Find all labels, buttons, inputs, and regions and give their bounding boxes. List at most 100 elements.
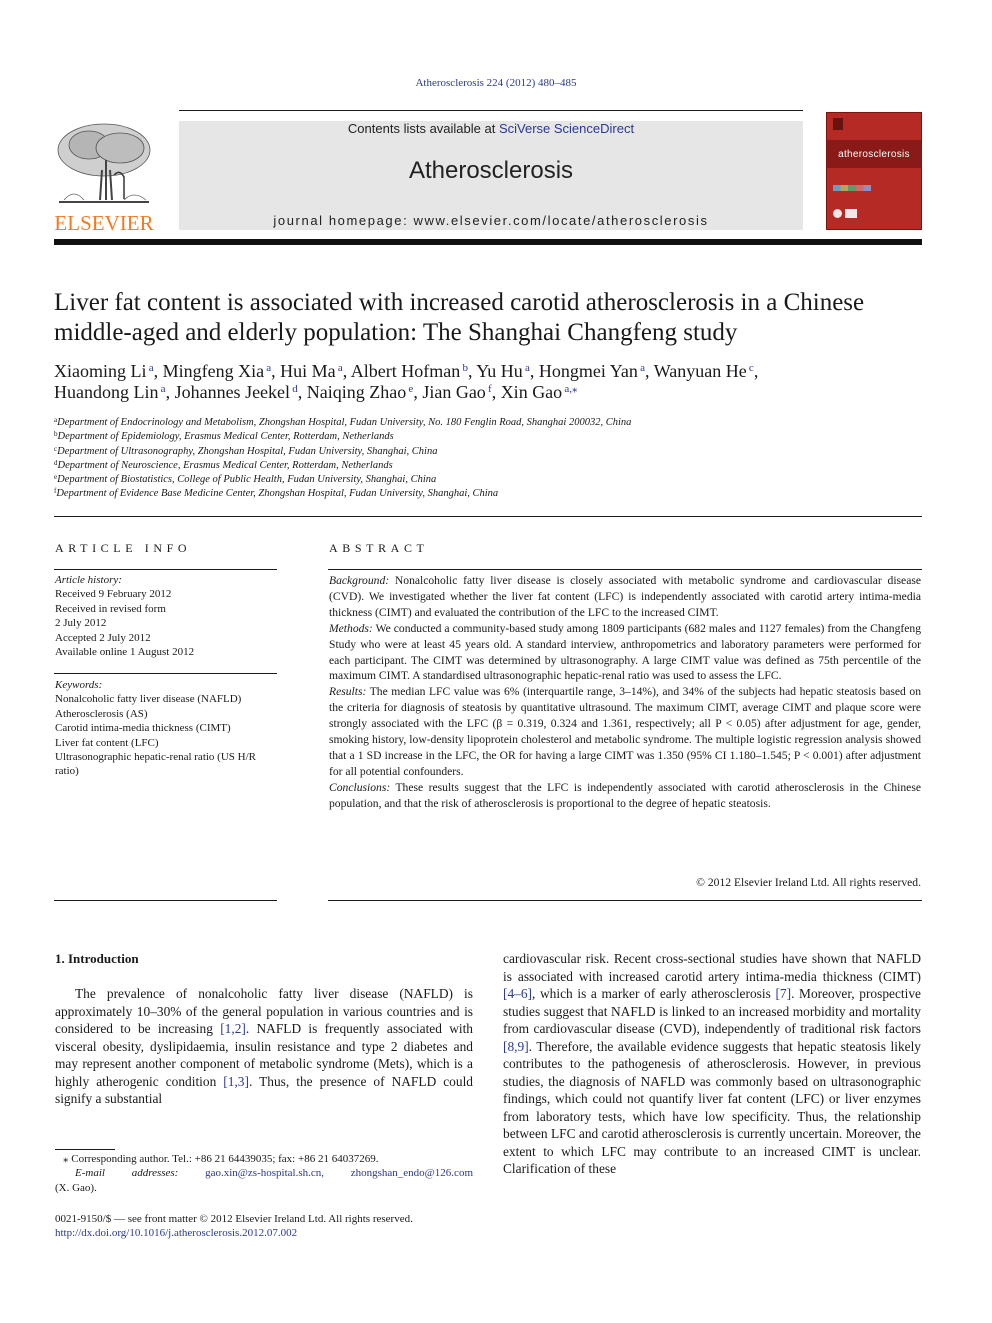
section-heading-introduction: 1. Introduction <box>55 951 139 966</box>
intro-paragraph: The prevalence of nonalcoholic fatty liv… <box>55 985 473 1108</box>
author-affiliation-marker[interactable]: a,⁎ <box>562 383 577 395</box>
author-name: Xiaoming Li <box>54 361 147 381</box>
cover-logo-icon <box>833 118 843 130</box>
author-separator: , <box>491 382 501 402</box>
header-rule <box>179 110 803 111</box>
author-name: Huandong Lin <box>54 382 159 402</box>
author-affiliation-marker[interactable]: a <box>336 362 343 374</box>
homepage-url[interactable]: www.elsevier.com/locate/atherosclerosis <box>414 213 709 228</box>
affiliation-item: eDepartment of Biostatistics, College of… <box>54 473 934 487</box>
author-separator: , <box>342 361 351 381</box>
affiliation-text: Department of Evidence Base Medicine Cen… <box>56 488 499 500</box>
author-name: Johannes Jeekel <box>174 382 291 402</box>
intro-paragraph-continued: cardiovascular risk. Recent cross-sectio… <box>503 950 921 1178</box>
cover-society-logo-icon <box>845 209 857 218</box>
author-name: Wanyuan He <box>653 361 747 381</box>
author-separator: , <box>413 382 423 402</box>
affiliation-list: aDepartment of Endocrinology and Metabol… <box>54 416 934 502</box>
keyword-item: Nonalcoholic fatty liver disease (NAFLD) <box>55 693 242 706</box>
keywords: Keywords: Nonalcoholic fatty liver disea… <box>55 678 281 779</box>
abstract-label: Methods: <box>329 621 373 635</box>
author-name: Mingfeng Xia <box>162 361 265 381</box>
cover-images <box>833 185 871 191</box>
doi-link[interactable]: http://dx.doi.org/10.1016/j.atherosclero… <box>55 1226 485 1240</box>
affiliation-item: bDepartment of Epidemiology, Erasmus Med… <box>54 430 934 444</box>
author-affiliation-marker[interactable]: d <box>290 383 298 395</box>
body-left-column: The prevalence of nonalcoholic fatty liv… <box>55 985 473 1108</box>
abstract-text: Nonalcoholic fatty liver disease is clos… <box>329 574 921 619</box>
affiliation-text: Department of Ultrasonography, Zhongshan… <box>57 445 438 457</box>
cover-society-seal-icon <box>833 209 842 218</box>
abstract-heading: ABSTRACT <box>329 541 429 555</box>
abstract-background: Background: Nonalcoholic fatty liver dis… <box>329 573 921 621</box>
article-info-bottom-rule <box>54 900 277 901</box>
author-separator: , <box>271 361 281 381</box>
keywords-label: Keywords: <box>55 679 103 691</box>
journal-citation-link[interactable]: Atherosclerosis 224 (2012) 480–485 <box>0 77 992 89</box>
affiliation-text: Department of Epidemiology, Erasmus Medi… <box>57 431 394 443</box>
journal-cover-thumbnail[interactable]: atherosclerosis <box>826 112 922 230</box>
author-affiliation-marker[interactable]: c <box>747 362 754 374</box>
abstract-copyright: © 2012 Elsevier Ireland Ltd. All rights … <box>696 876 921 889</box>
cover-title: atherosclerosis <box>838 149 910 160</box>
abstract-methods: Methods: We conducted a community-based … <box>329 621 921 685</box>
citation-reference-link[interactable]: [4–6] <box>503 986 532 1001</box>
elsevier-wordmark: ELSEVIER <box>54 211 154 235</box>
history-item: Received 9 February 2012 <box>55 588 172 601</box>
citation-reference-link[interactable]: [1,2] <box>220 1021 246 1036</box>
author-name: Hui Ma <box>280 361 336 381</box>
body-text: , which is a marker of early atheroscler… <box>532 986 776 1001</box>
affiliation-item: cDepartment of Ultrasonography, Zhongsha… <box>54 445 934 459</box>
author-affiliation-marker[interactable]: a <box>147 362 154 374</box>
corresponding-author-footnote: ⁎ Corresponding author. Tel.: +86 21 644… <box>55 1152 473 1195</box>
tree-icon <box>54 120 154 210</box>
author-separator: , <box>645 361 654 381</box>
author-list: Xiaoming Li a, Mingfeng Xia a, Hui Ma a,… <box>54 361 934 403</box>
sciencedirect-link[interactable]: SciVerse ScienceDirect <box>499 121 634 136</box>
article-history: Article history: Received 9 February 201… <box>55 573 278 659</box>
author-affiliation-marker[interactable]: a <box>638 362 645 374</box>
author-affiliation-marker[interactable]: a <box>158 383 166 395</box>
article-info-heading: ARTICLE INFO <box>55 541 192 555</box>
abstract-label: Conclusions: <box>329 780 391 794</box>
affiliation-rule <box>54 516 922 517</box>
author-affiliation-marker[interactable]: a <box>523 362 530 374</box>
author-name: Naiqing Zhao <box>306 382 407 402</box>
body-text: cardiovascular risk. Recent cross-sectio… <box>503 951 921 984</box>
abstract-bottom-rule <box>328 900 922 901</box>
author-name: Albert Hofman <box>350 361 461 381</box>
email-link[interactable]: gao.xin@zs-hospital.sh.cn, <box>205 1166 324 1180</box>
abstract-text: We conducted a community-based study amo… <box>329 621 921 683</box>
abstract-body: Background: Nonalcoholic fatty liver dis… <box>329 573 921 812</box>
author-name: Xin Gao <box>500 382 563 402</box>
author-name: Yu Hu <box>476 361 523 381</box>
author-separator: , <box>297 382 307 402</box>
journal-homepage-line: journal homepage: www.elsevier.com/locat… <box>179 213 803 228</box>
affiliation-item: aDepartment of Endocrinology and Metabol… <box>54 416 934 430</box>
journal-banner: Contents lists available at SciVerse Sci… <box>179 121 803 230</box>
author-affiliation-marker[interactable]: b <box>460 362 468 374</box>
abstract-rule <box>328 569 922 570</box>
affiliation-text: Department of Endocrinology and Metaboli… <box>57 417 632 428</box>
keyword-item: Atherosclerosis (AS) <box>55 707 148 720</box>
author-name: Jian Gao <box>422 382 486 402</box>
affiliation-item: dDepartment of Neuroscience, Erasmus Med… <box>54 459 934 473</box>
article-history-label: Article history: <box>55 574 122 586</box>
article-title: Liver fat content is associated with inc… <box>54 289 865 346</box>
citation-reference-link[interactable]: [1,3] <box>223 1074 249 1089</box>
contents-prefix: Contents lists available at <box>347 121 499 136</box>
email-link[interactable]: zhongshan_endo@126.com <box>351 1166 473 1180</box>
header-thick-rule <box>54 239 922 245</box>
citation-reference-link[interactable]: [8,9] <box>503 1039 529 1054</box>
email-label: E-mail <box>75 1167 105 1180</box>
abstract-conclusions: Conclusions: These results suggest that … <box>329 780 921 812</box>
keyword-item: Carotid intima-media thickness (CIMT) <box>55 722 231 735</box>
citation-reference-link[interactable]: [7] <box>775 986 791 1001</box>
contents-available-line: Contents lists available at SciVerse Sci… <box>179 121 803 136</box>
corresponding-author-line: ⁎ Corresponding author. Tel.: +86 21 644… <box>63 1153 379 1165</box>
keyword-item: Liver fat content (LFC) <box>55 736 159 749</box>
abstract-label: Results: <box>329 685 367 699</box>
body-text: . Therefore, the available evidence sugg… <box>503 1038 921 1177</box>
front-matter: 0021-9150/$ — see front matter © 2012 El… <box>55 1212 485 1241</box>
history-item: Available online 1 August 2012 <box>55 646 195 659</box>
